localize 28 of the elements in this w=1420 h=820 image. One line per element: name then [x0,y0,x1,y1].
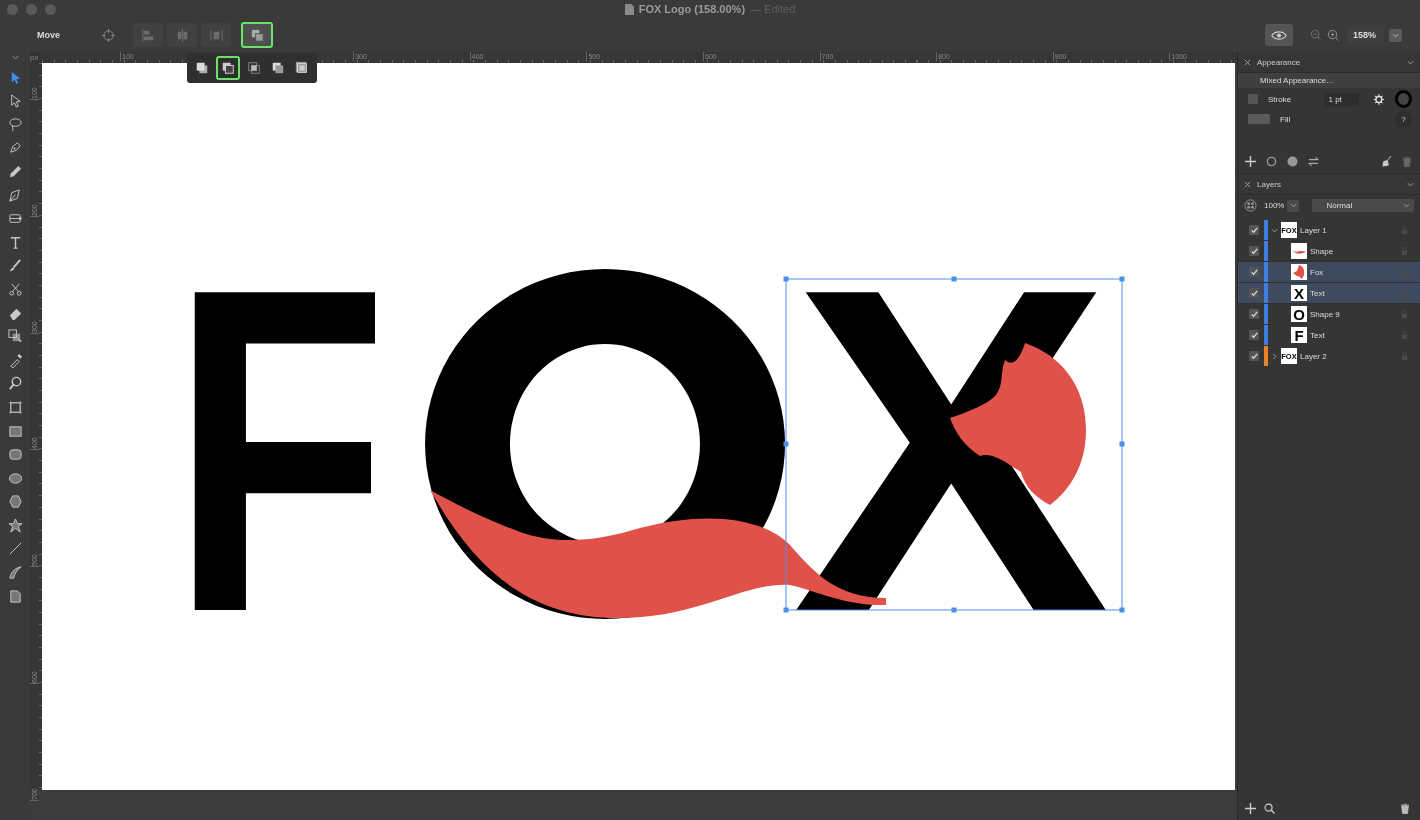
logo-letter: F [171,192,454,708]
layer-name: Text [1310,330,1325,340]
current-tool-label: Move [37,30,61,40]
layer-name: Shape 9 [1310,309,1340,319]
window-title: FOX Logo (158.00%) [638,3,746,15]
stroke-width-field[interactable]: 1 pt [1324,92,1360,106]
ruler-unit-label: px [30,52,40,63]
opacity-field[interactable]: 100% [1264,201,1285,210]
panel-title: Layers [1257,179,1281,189]
layer-row[interactable]: O Shape 9 [1238,304,1420,325]
appearance-summary[interactable]: Mixed Appearance... [1238,73,1420,88]
help-button[interactable]: ? [1395,110,1412,128]
layer-row[interactable]: Fox [1238,262,1420,283]
layer-name: Shape [1310,246,1334,256]
stroke-label: Stroke [1267,94,1293,104]
thumbnail-text: F [1294,327,1304,343]
layer-row[interactable]: F Text [1238,325,1420,346]
zoom-field[interactable]: 158% [1346,27,1384,43]
fill-label: Fill [1279,114,1292,124]
blend-mode-dropdown[interactable]: Normal [1312,199,1414,212]
thumbnail-text: X [1294,285,1304,301]
panel-title: Appearance [1257,57,1301,67]
thumbnail-text: O [1293,306,1305,322]
layer-name: Layer 1 [1300,225,1327,235]
layer-name: Text [1310,288,1325,298]
layer-name: Fox [1310,267,1324,277]
layer-row[interactable]: X Text [1238,283,1420,304]
layer-name: Layer 2 [1300,351,1327,361]
